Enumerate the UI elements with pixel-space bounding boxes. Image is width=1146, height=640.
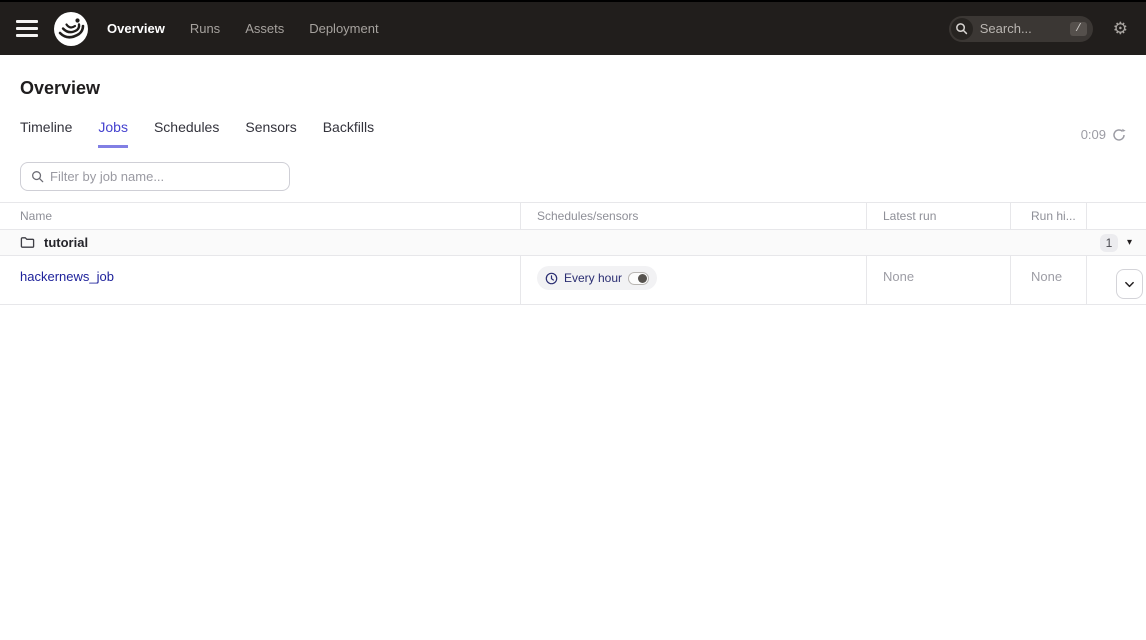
jobs-table: Name Schedules/sensors Latest run Run hi…: [0, 202, 1146, 305]
job-link[interactable]: hackernews_job: [20, 269, 114, 284]
column-header-actions: [1086, 203, 1146, 229]
column-header-run-history: Run hi...: [1010, 203, 1086, 229]
job-schedules-cell: Every hour: [520, 256, 866, 304]
hamburger-menu-icon[interactable]: [16, 20, 38, 37]
tab-sensors[interactable]: Sensors: [245, 119, 296, 148]
job-group-name: tutorial: [44, 235, 88, 250]
tab-schedules[interactable]: Schedules: [154, 119, 219, 148]
page-title: Overview: [20, 78, 1126, 99]
chevron-down-icon: [1124, 279, 1135, 290]
latest-run-value: None: [883, 269, 914, 284]
schedule-toggle[interactable]: [628, 272, 649, 285]
group-collapse-caret-icon[interactable]: ▾: [1127, 238, 1132, 248]
latest-run-cell: None: [866, 256, 1010, 304]
run-history-cell: None: [1010, 256, 1086, 304]
dagster-logo-icon[interactable]: [53, 11, 89, 47]
schedule-chip[interactable]: Every hour: [537, 266, 657, 290]
tab-backfills[interactable]: Backfills: [323, 119, 374, 148]
refresh-countdown: 0:09: [1081, 127, 1106, 142]
search-icon: [951, 18, 973, 40]
main-nav: Overview Runs Assets Deployment: [107, 21, 379, 36]
job-row-hackernews-job: hackernews_job Every hour None None: [0, 256, 1146, 305]
search-shortcut-badge: /: [1070, 22, 1087, 36]
nav-item-overview[interactable]: Overview: [107, 21, 165, 36]
job-filter-field: [20, 162, 290, 191]
top-navbar: Overview Runs Assets Deployment Search..…: [0, 2, 1146, 55]
nav-item-assets[interactable]: Assets: [245, 21, 284, 36]
column-header-schedules-sensors: Schedules/sensors: [520, 203, 866, 229]
schedule-label: Every hour: [564, 271, 622, 285]
job-actions-cell: [1086, 256, 1146, 304]
settings-gear-icon[interactable]: ⚙: [1113, 20, 1128, 37]
global-search[interactable]: Search... /: [949, 16, 1093, 42]
tab-timeline[interactable]: Timeline: [20, 119, 72, 148]
job-filter-input[interactable]: [50, 169, 279, 184]
nav-item-runs[interactable]: Runs: [190, 21, 220, 36]
overview-page: Overview Timeline Jobs Schedules Sensors…: [0, 78, 1146, 305]
nav-item-deployment[interactable]: Deployment: [309, 21, 378, 36]
job-menu-button[interactable]: [1116, 269, 1143, 299]
search-placeholder: Search...: [980, 21, 1070, 36]
jobs-table-header: Name Schedules/sensors Latest run Run hi…: [0, 203, 1146, 230]
refresh-icon[interactable]: [1112, 128, 1126, 142]
column-header-latest-run: Latest run: [866, 203, 1010, 229]
overview-tabbar: Timeline Jobs Schedules Sensors Backfill…: [20, 119, 1126, 148]
column-header-name: Name: [0, 203, 520, 229]
clock-icon: [545, 272, 558, 285]
job-count-badge: 1: [1100, 234, 1118, 252]
job-group-row-tutorial[interactable]: tutorial 1 ▾: [0, 230, 1146, 256]
job-name-cell: hackernews_job: [0, 256, 520, 304]
folder-icon: [20, 235, 35, 250]
filter-search-icon: [31, 170, 44, 183]
tab-jobs[interactable]: Jobs: [98, 119, 128, 148]
run-history-value: None: [1031, 269, 1062, 284]
